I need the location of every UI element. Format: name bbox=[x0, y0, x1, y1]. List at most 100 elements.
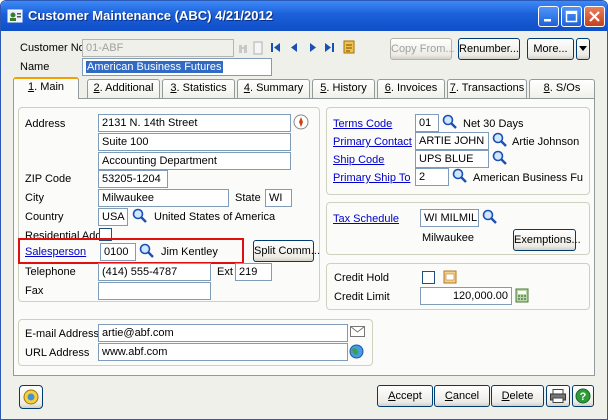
delete-key: D bbox=[501, 390, 510, 402]
fax-field[interactable] bbox=[98, 282, 211, 300]
print-button[interactable] bbox=[546, 385, 570, 407]
tab-transactions[interactable]: 7. Transactions bbox=[447, 79, 527, 98]
tab-history-label: . History bbox=[326, 82, 367, 94]
salesperson-link[interactable]: Salesperson bbox=[25, 246, 86, 258]
maximize-button[interactable] bbox=[561, 6, 582, 27]
country-label: Country bbox=[25, 211, 64, 223]
credit-limit-field[interactable]: 120,000.00 bbox=[420, 287, 512, 305]
more-dropdown-button[interactable] bbox=[576, 38, 590, 60]
help-magnifier-icon bbox=[23, 389, 39, 405]
address-line1-field[interactable]: 2131 N. 14th Street bbox=[98, 114, 291, 132]
terms-code-link[interactable]: Terms Code bbox=[333, 118, 392, 130]
fax-label: Fax bbox=[25, 285, 44, 297]
tax-schedule-search-icon[interactable] bbox=[482, 209, 498, 225]
primary-contact-search-icon[interactable] bbox=[492, 132, 508, 148]
app-icon bbox=[7, 9, 23, 23]
tab-main-label: . Main bbox=[34, 81, 65, 93]
tax-schedule-field[interactable]: WI MILMIL bbox=[420, 209, 479, 227]
telephone-label: Telephone bbox=[25, 266, 76, 278]
name-value: American Business Futures bbox=[86, 61, 223, 73]
tax-schedule-description-text: Milwaukee bbox=[422, 232, 474, 244]
address-line2-field[interactable]: Suite 100 bbox=[98, 133, 291, 151]
tab-summary[interactable]: 4. Summary bbox=[237, 79, 310, 98]
minimize-button[interactable] bbox=[538, 6, 559, 27]
city-label: City bbox=[25, 192, 44, 204]
copy-from-button[interactable]: Copy From... bbox=[390, 38, 455, 60]
country-lookup-search-icon[interactable] bbox=[132, 208, 148, 224]
primary-ship-to-search-icon[interactable] bbox=[452, 168, 468, 184]
title-bar[interactable]: Customer Maintenance (ABC) 4/21/2012 bbox=[1, 1, 607, 31]
next-record-icon[interactable] bbox=[309, 42, 317, 53]
primary-contact-field[interactable]: ARTIE JOHN bbox=[415, 132, 489, 150]
tab-invoices[interactable]: 6. Invoices bbox=[377, 79, 445, 98]
new-record-icon[interactable] bbox=[252, 41, 264, 55]
tab-statistics[interactable]: 3. Statistics bbox=[162, 79, 235, 98]
tab-sales-orders[interactable]: 8. S/Os bbox=[529, 79, 595, 98]
ship-code-search-icon[interactable] bbox=[492, 150, 508, 166]
binoculars-icon[interactable] bbox=[237, 41, 249, 55]
accept-key: A bbox=[388, 390, 396, 402]
close-button[interactable] bbox=[584, 6, 605, 27]
close-icon bbox=[589, 11, 600, 22]
question-mark-icon: ? bbox=[575, 388, 591, 404]
ship-code-field[interactable]: UPS BLUE bbox=[415, 150, 489, 168]
customer-maintenance-window: Customer Maintenance (ABC) 4/21/2012 Cus… bbox=[0, 0, 608, 420]
zip-code-field[interactable]: 53205-1204 bbox=[98, 170, 168, 188]
salesperson-lookup-search-icon[interactable] bbox=[139, 243, 155, 259]
state-label: State bbox=[235, 192, 261, 204]
url-address-field[interactable]: www.abf.com bbox=[98, 343, 348, 361]
tax-schedule-link[interactable]: Tax Schedule bbox=[333, 213, 399, 225]
delete-label: elete bbox=[509, 390, 534, 402]
help-button[interactable] bbox=[19, 385, 43, 409]
chevron-down-icon bbox=[579, 46, 587, 51]
state-field[interactable]: WI bbox=[265, 189, 292, 207]
globe-icon[interactable] bbox=[349, 344, 364, 359]
country-field[interactable]: USA bbox=[98, 208, 128, 226]
tab-main[interactable]: 1. Main bbox=[13, 77, 79, 99]
renumber-button[interactable]: Renumber... bbox=[458, 38, 520, 60]
tab-sales-orders-label: . S/Os bbox=[549, 82, 581, 94]
calculator-icon[interactable] bbox=[515, 288, 529, 303]
tab-transactions-label: . Transactions bbox=[455, 82, 525, 94]
more-button[interactable]: More... bbox=[527, 38, 574, 60]
tab-summary-label: . Summary bbox=[249, 82, 304, 94]
telephone-field[interactable]: (414) 555-4787 bbox=[98, 263, 211, 281]
previous-record-icon[interactable] bbox=[290, 42, 298, 53]
lookup-list-icon[interactable] bbox=[343, 40, 355, 54]
ext-field[interactable]: 219 bbox=[235, 263, 272, 281]
address-line3-field[interactable]: Accounting Department bbox=[98, 152, 291, 170]
salesperson-name-text: Jim Kentley bbox=[161, 246, 218, 258]
terms-code-search-icon[interactable] bbox=[442, 114, 458, 130]
first-record-icon[interactable] bbox=[271, 42, 281, 53]
split-commission-button[interactable]: Split Comm... bbox=[253, 240, 320, 262]
country-name-text: United States of America bbox=[154, 211, 276, 223]
city-field[interactable]: Milwaukee bbox=[98, 189, 229, 207]
salesperson-field[interactable]: 0100 bbox=[100, 243, 136, 261]
credit-hold-label: Credit Hold bbox=[334, 272, 390, 284]
primary-contact-link[interactable]: Primary Contact bbox=[333, 136, 412, 148]
accept-button[interactable]: Accept bbox=[377, 385, 433, 407]
envelope-icon[interactable] bbox=[350, 326, 365, 338]
tab-additional[interactable]: 2. Additional bbox=[87, 79, 160, 98]
svg-text:?: ? bbox=[580, 391, 587, 403]
customer-no-field[interactable]: 01-ABF bbox=[82, 39, 234, 57]
terms-description-text: Net 30 Days bbox=[463, 118, 524, 130]
printer-icon bbox=[550, 389, 566, 403]
cancel-button[interactable]: Cancel bbox=[434, 385, 490, 407]
terms-code-field[interactable]: 01 bbox=[415, 114, 439, 132]
delete-button[interactable]: Delete bbox=[491, 385, 544, 407]
accept-label: ccept bbox=[395, 390, 422, 402]
name-field[interactable]: American Business Futures bbox=[82, 58, 272, 76]
cancel-key: C bbox=[444, 390, 453, 402]
last-record-icon[interactable] bbox=[324, 42, 334, 53]
compass-icon[interactable] bbox=[293, 114, 309, 130]
primary-ship-to-link[interactable]: Primary Ship To bbox=[333, 172, 410, 184]
credit-hold-memo-icon[interactable] bbox=[443, 270, 457, 284]
tab-history[interactable]: 5. History bbox=[312, 79, 375, 98]
credit-hold-checkbox[interactable] bbox=[422, 271, 435, 284]
email-address-field[interactable]: artie@abf.com bbox=[98, 324, 348, 342]
exemptions-button[interactable]: Exemptions... bbox=[513, 229, 581, 251]
primary-ship-to-field[interactable]: 2 bbox=[415, 168, 449, 186]
help-question-button[interactable]: ? bbox=[572, 385, 594, 407]
ship-code-link[interactable]: Ship Code bbox=[333, 154, 384, 166]
